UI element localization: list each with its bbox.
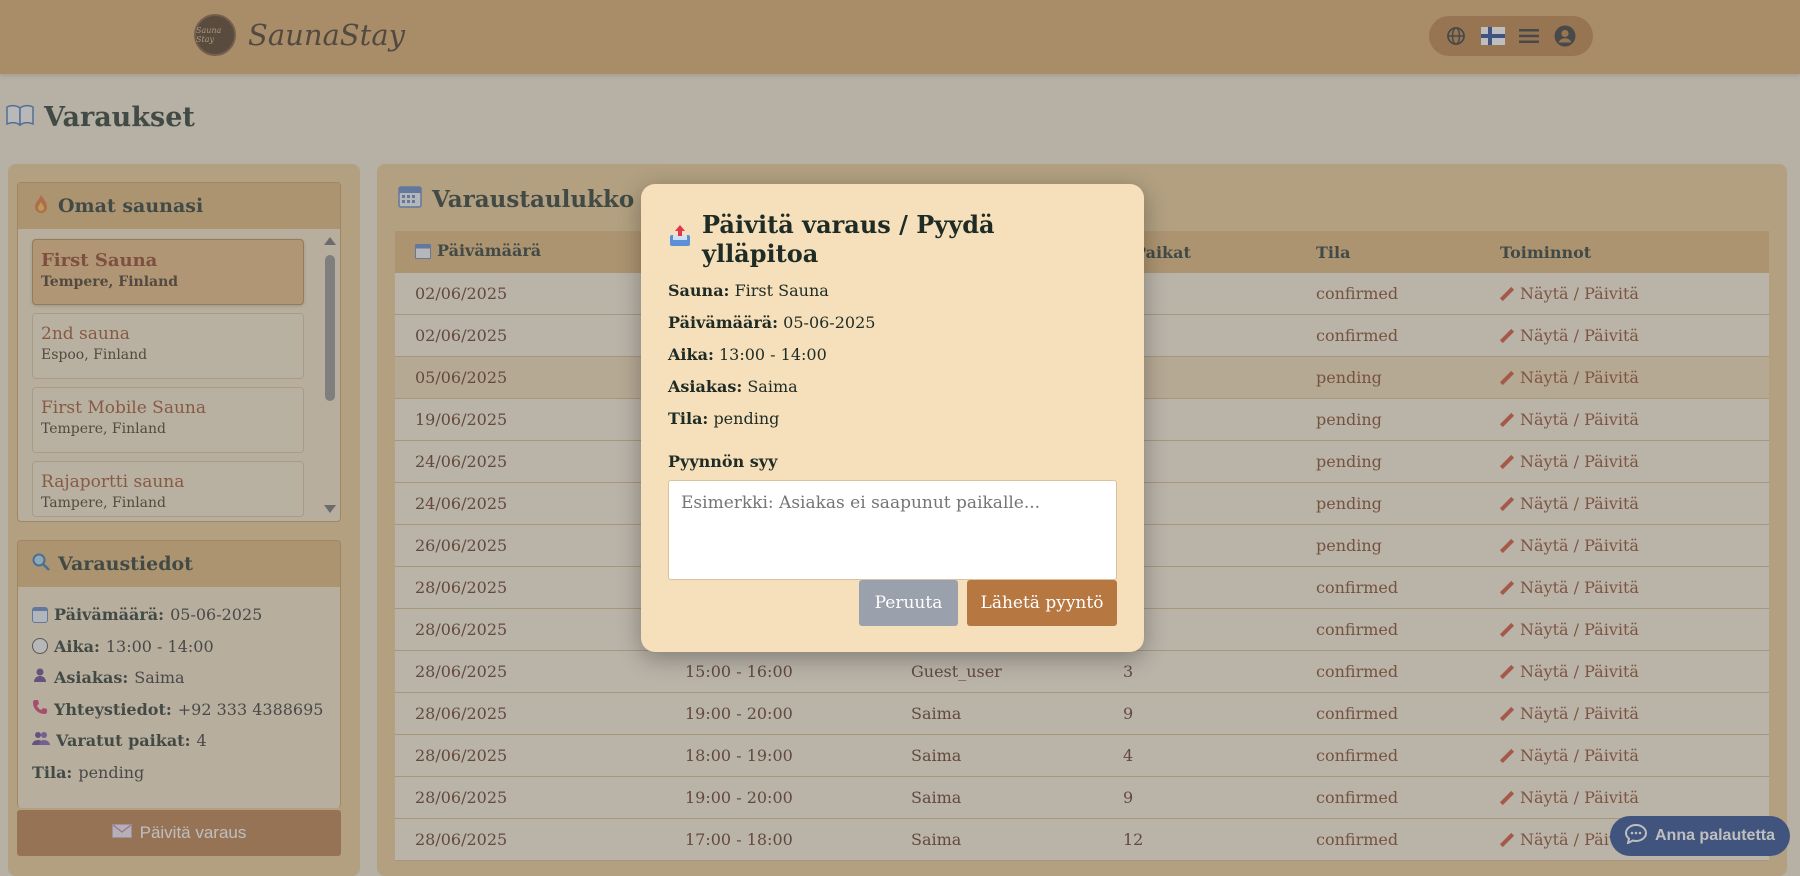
modal-date-label: Päivämäärä: — [668, 313, 779, 332]
outbox-tray-icon — [668, 224, 692, 254]
send-request-button[interactable]: Lähetä pyyntö — [967, 580, 1117, 626]
modal-status-line: Tila: pending — [668, 409, 1117, 428]
cancel-button[interactable]: Peruuta — [859, 580, 958, 626]
modal-date-value: 05-06-2025 — [783, 313, 876, 332]
modal-status-label: Tila: — [668, 409, 709, 428]
modal-time-label: Aika: — [668, 345, 714, 364]
modal-customer-line: Asiakas: Saima — [668, 377, 1117, 396]
modal-date-line: Päivämäärä: 05-06-2025 — [668, 313, 1117, 332]
modal-sauna-label: Sauna: — [668, 281, 730, 300]
modal-status-value: pending — [713, 409, 780, 428]
modal-time-value: 13:00 - 14:00 — [718, 345, 827, 364]
modal-title-text: Päivitä varaus / Pyydä ylläpitoa — [702, 210, 995, 268]
modal-sauna-line: Sauna: First Sauna — [668, 281, 1117, 300]
modal-customer-value: Saima — [747, 377, 798, 396]
modal-customer-label: Asiakas: — [668, 377, 743, 396]
modal-sauna-value: First Sauna — [734, 281, 829, 300]
modal-title: Päivitä varaus / Pyydä ylläpitoa — [668, 210, 1117, 268]
request-reason-label: Pyynnön syy — [668, 452, 778, 471]
request-reason-input[interactable] — [668, 480, 1117, 580]
update-request-modal: Päivitä varaus / Pyydä ylläpitoa Sauna: … — [641, 184, 1144, 652]
modal-actions: Peruuta Lähetä pyyntö — [859, 580, 1117, 626]
modal-time-line: Aika: 13:00 - 14:00 — [668, 345, 1117, 364]
